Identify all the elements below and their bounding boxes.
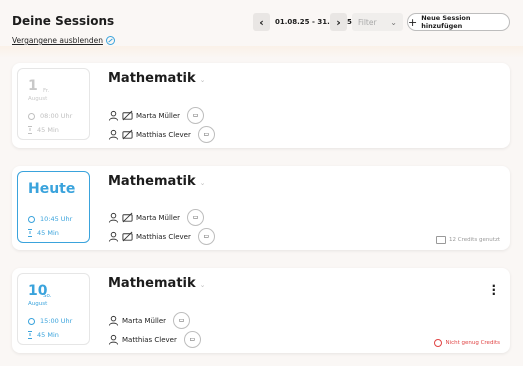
prev-month-button[interactable]: ‹: [253, 13, 270, 31]
hourglass-icon: [28, 331, 32, 339]
message-button[interactable]: ▭: [197, 126, 215, 143]
session-day-label: Heute: [28, 181, 76, 197]
chat-icon: ▭: [192, 214, 199, 221]
credits-warning: Nicht genug Credits: [434, 339, 500, 347]
hourglass-icon: [28, 229, 32, 237]
chat-icon: ▭: [178, 317, 185, 324]
hide-past-label: Vergangene ausblenden: [12, 36, 103, 45]
chevron-down-icon[interactable]: ⌄: [200, 76, 206, 84]
session-subject: Mathematik ⌄: [108, 71, 206, 86]
person-icon: [108, 315, 119, 326]
header-divider: [0, 46, 523, 58]
chevron-down-icon: ⌄: [390, 17, 397, 27]
session-time: 10:45 Uhr: [28, 215, 72, 223]
participant-name: Marta Müller: [136, 213, 181, 222]
session-duration: 45 Min: [28, 126, 59, 134]
session-duration-text: 45 Min: [37, 126, 59, 134]
session-subject: Mathematik ⌄: [108, 276, 206, 291]
session-duration-text: 45 Min: [37, 229, 59, 237]
page-title: Deine Sessions: [12, 14, 115, 28]
clock-icon: [28, 317, 35, 325]
chevron-down-icon[interactable]: ⌄: [200, 179, 206, 187]
add-session-label: Neue Session hinzufügen: [421, 14, 471, 30]
person-icon: [108, 212, 119, 223]
plus-icon: +: [408, 15, 418, 29]
person-icon: [108, 231, 119, 242]
participant-name: Matthias Clever: [122, 335, 177, 344]
camera-off-icon: [122, 129, 133, 140]
add-session-button[interactable]: + Neue Session hinzufügen: [407, 13, 510, 31]
chevron-down-icon[interactable]: ⌄: [200, 281, 206, 289]
session-time-text: 08:00 Uhr: [40, 112, 73, 120]
participant-name: Marta Müller: [136, 111, 181, 120]
message-button[interactable]: ▭: [183, 331, 201, 348]
eye-off-icon: [105, 36, 115, 45]
participant-name: Matthias Clever: [136, 130, 191, 139]
participant-row: Matthias Clever ▭: [108, 228, 215, 245]
participant-row: Marta Müller ▭: [108, 107, 205, 124]
session-time-text: 15:00 Uhr: [40, 317, 73, 325]
session-time: 08:00 Uhr: [28, 112, 72, 120]
participant-name: Matthias Clever: [136, 232, 191, 241]
hourglass-icon: [28, 126, 32, 134]
wallet-icon: [436, 236, 447, 244]
chat-icon: ▭: [192, 112, 199, 119]
session-duration-text: 45 Min: [37, 331, 59, 339]
participant-name: Marta Müller: [122, 316, 167, 325]
credits-warning-text: Nicht genug Credits: [445, 340, 500, 346]
session-subject-text: Mathematik: [108, 276, 196, 291]
message-button[interactable]: ▭: [187, 209, 205, 226]
session-card[interactable]: 1 Fr. August 08:00 Uhr 45 Min Mathematik…: [12, 63, 510, 148]
person-icon: [108, 129, 119, 140]
session-duration: 45 Min: [28, 331, 59, 339]
session-time: 15:00 Uhr: [28, 317, 72, 325]
participant-row: Marta Müller ▭: [108, 209, 205, 226]
message-button[interactable]: ▭: [173, 312, 191, 329]
participant-row: Matthias Clever ▭: [108, 126, 215, 143]
chevron-right-icon: ›: [336, 15, 341, 29]
session-date-box: 1 Fr. August 08:00 Uhr 45 Min: [17, 68, 90, 140]
camera-off-icon: [122, 231, 133, 242]
session-month: August: [28, 96, 48, 102]
hide-past-toggle[interactable]: Vergangene ausblenden: [12, 36, 115, 45]
more-options-icon[interactable]: · · ·: [491, 280, 496, 300]
credits-used: 12 Credits genutzt: [436, 236, 500, 244]
chevron-left-icon: ‹: [259, 15, 264, 29]
camera-off-icon: [122, 212, 133, 223]
warning-icon: [434, 339, 443, 347]
chat-icon: ▭: [189, 336, 196, 343]
filter-placeholder: Filter: [358, 17, 377, 27]
clock-icon: [28, 215, 35, 223]
participant-row: Matthias Clever ▭: [108, 331, 201, 348]
next-month-button[interactable]: ›: [330, 13, 347, 31]
chat-icon: ▭: [203, 131, 210, 138]
message-button[interactable]: ▭: [187, 107, 205, 124]
session-date-box: Heute 10:45 Uhr 45 Min: [17, 171, 90, 243]
camera-off-icon: [122, 110, 133, 121]
session-subject: Mathematik ⌄: [108, 174, 206, 189]
session-day: 1: [28, 78, 38, 94]
participant-row: Marta Müller ▭: [108, 312, 191, 329]
clock-icon: [28, 112, 35, 120]
session-month: August: [28, 301, 48, 307]
session-card[interactable]: Heute 10:45 Uhr 45 Min Mathematik ⌄ Mart…: [12, 166, 510, 250]
session-date-box: 10 So. August 15:00 Uhr 45 Min: [17, 273, 90, 345]
session-weekday: So.: [43, 293, 52, 299]
session-card[interactable]: 10 So. August 15:00 Uhr 45 Min Mathemati…: [12, 268, 510, 353]
session-weekday: Fr.: [43, 88, 50, 94]
session-subject-text: Mathematik: [108, 71, 196, 86]
credits-used-text: 12 Credits genutzt: [449, 237, 500, 243]
session-time-text: 10:45 Uhr: [40, 215, 73, 223]
message-button[interactable]: ▭: [197, 228, 215, 245]
person-icon: [108, 334, 119, 345]
filter-select[interactable]: Filter ⌄: [352, 13, 403, 31]
session-duration: 45 Min: [28, 229, 59, 237]
chat-icon: ▭: [203, 233, 210, 240]
session-subject-text: Mathematik: [108, 174, 196, 189]
person-icon: [108, 110, 119, 121]
